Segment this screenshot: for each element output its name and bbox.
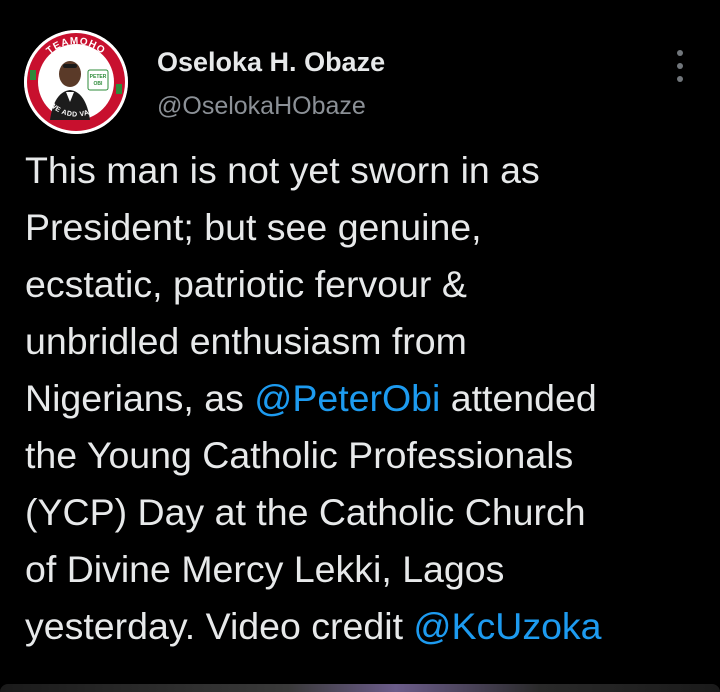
avatar-badge-text: PETER [90, 74, 107, 80]
tweet-text-segment: unbridled enthusiasm from [25, 320, 467, 362]
mention-link[interactable]: @KcUzoka [413, 605, 601, 647]
tweet-text-segment: the Young Catholic Professionals [25, 434, 574, 476]
author-handle[interactable]: @OselokaHObaze [157, 92, 366, 121]
avatar-image: PETER OBI TEAMOHO WE ADD VALUE [24, 30, 128, 134]
tweet-text: This man is not yet sworn in as President… [25, 142, 715, 655]
tweet-text-segment: of Divine Mercy Lekki, Lagos [25, 548, 505, 590]
author-name[interactable]: Oseloka H. Obaze [157, 47, 385, 78]
tweet-text-line: (YCP) Day at the Catholic Church [25, 484, 715, 541]
tweet-text-segment: yesterday. Video credit [25, 605, 414, 647]
tweet-text-line: yesterday. Video credit @KcUzoka [25, 598, 715, 655]
more-vertical-icon [677, 50, 683, 56]
tweet-text-segment: Nigerians, as [25, 377, 255, 419]
tweet-text-line: of Divine Mercy Lekki, Lagos [25, 541, 715, 598]
tweet-text-segment: This man is not yet sworn in as [25, 149, 540, 191]
tweet-text-segment: attended [440, 377, 597, 419]
mention-link[interactable]: @PeterObi [254, 377, 440, 419]
tweet-text-line: This man is not yet sworn in as [25, 142, 715, 199]
tweet-card: PETER OBI TEAMOHO WE ADD VALUE Oseloka H… [0, 0, 720, 692]
avatar[interactable]: PETER OBI TEAMOHO WE ADD VALUE [24, 30, 128, 134]
more-options-button[interactable] [666, 46, 694, 86]
tweet-text-segment: President; but see genuine, [25, 206, 482, 248]
tweet-text-line: Nigerians, as @PeterObi attended [25, 370, 715, 427]
media-preview[interactable] [0, 684, 720, 692]
tweet-text-segment: ecstatic, patriotic fervour & [25, 263, 467, 305]
tweet-text-line: ecstatic, patriotic fervour & [25, 256, 715, 313]
tweet-text-line: unbridled enthusiasm from [25, 313, 715, 370]
tweet-text-segment: (YCP) Day at the Catholic Church [25, 491, 586, 533]
tweet-text-line: President; but see genuine, [25, 199, 715, 256]
tweet-header: PETER OBI TEAMOHO WE ADD VALUE Oseloka H… [24, 30, 704, 140]
tweet-text-line: the Young Catholic Professionals [25, 427, 715, 484]
svg-text:OBI: OBI [94, 81, 104, 87]
